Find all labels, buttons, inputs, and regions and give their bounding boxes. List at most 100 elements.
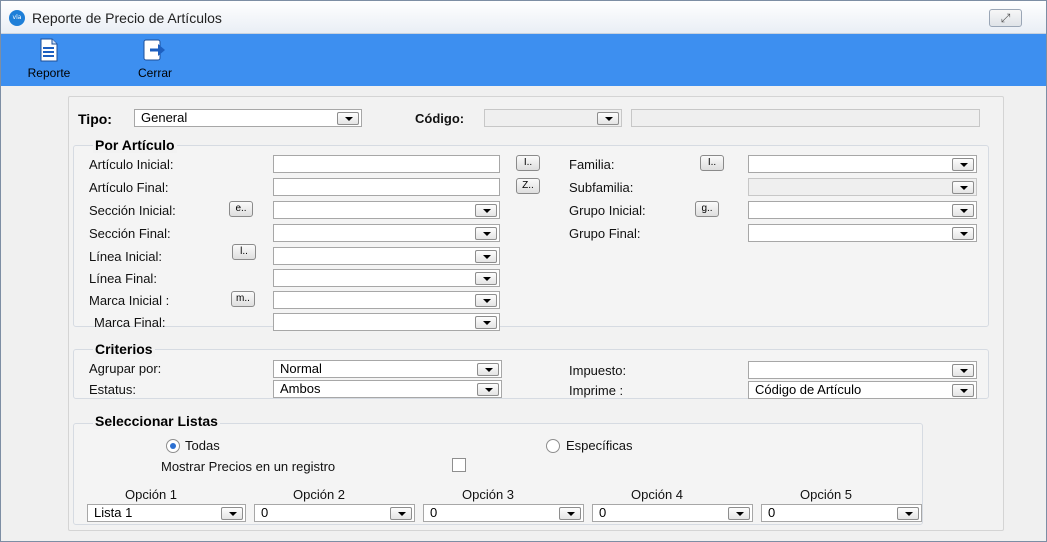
- app-logo-icon: vla: [9, 10, 25, 26]
- opcion-1-value: Lista 1: [94, 505, 133, 520]
- opcion-5-label: Opción 5: [800, 487, 853, 502]
- articulo-inicial-input[interactable]: [273, 155, 500, 173]
- opcion-4-label: Opción 4: [631, 487, 684, 502]
- close-window-button[interactable]: ⤢: [989, 9, 1022, 27]
- marca-inicial-label: Marca Inicial :: [89, 293, 170, 308]
- chevron-down-icon[interactable]: [475, 250, 497, 263]
- chevron-down-icon[interactable]: [477, 383, 499, 396]
- criterios-title: Criterios: [93, 341, 155, 357]
- estatus-value: Ambos: [280, 381, 321, 396]
- report-panel: Tipo: General Código: Por Artículo Artíc…: [68, 96, 1004, 531]
- impuesto-label: Impuesto:: [569, 363, 627, 378]
- chevron-down-icon[interactable]: [728, 507, 750, 520]
- familia-select[interactable]: [748, 155, 977, 173]
- codigo-select[interactable]: [484, 109, 622, 127]
- report-window: vla Reporte de Precio de Artículos ⤢ Rep…: [0, 0, 1047, 542]
- familia-search-button[interactable]: I..: [700, 155, 724, 171]
- grupo-inicial-search-button[interactable]: g..: [695, 201, 719, 217]
- imprime-label: Imprime :: [569, 383, 624, 398]
- agrupar-value: Normal: [280, 361, 322, 376]
- opcion-3-label: Opción 3: [462, 487, 515, 502]
- mostrar-precios-label: Mostrar Precios en un registro: [161, 459, 336, 474]
- linea-inicial-select[interactable]: [273, 247, 500, 265]
- linea-inicial-label: Línea Inicial:: [89, 249, 162, 264]
- chevron-down-icon[interactable]: [475, 204, 497, 217]
- seccion-final-label: Sección Final:: [89, 226, 171, 241]
- opcion-3-select[interactable]: 0: [423, 504, 584, 522]
- opcion-2-select[interactable]: 0: [254, 504, 415, 522]
- reporte-button[interactable]: Reporte: [21, 34, 77, 86]
- subfamilia-select[interactable]: [748, 178, 977, 196]
- grupo-final-label: Grupo Final:: [569, 226, 641, 241]
- chevron-down-icon[interactable]: [897, 507, 919, 520]
- exit-icon: [143, 39, 165, 61]
- title-bar: vla Reporte de Precio de Artículos ⤢: [1, 1, 1046, 34]
- window-title: Reporte de Precio de Artículos: [32, 10, 222, 26]
- grupo-inicial-label: Grupo Inicial:: [569, 203, 646, 218]
- chevron-down-icon[interactable]: [952, 384, 974, 397]
- impuesto-select[interactable]: [748, 361, 977, 379]
- familia-label: Familia:: [569, 157, 615, 172]
- tipo-label: Tipo:: [78, 111, 112, 127]
- articulo-inicial-search-button[interactable]: I..: [516, 155, 540, 171]
- seccion-inicial-select[interactable]: [273, 201, 500, 219]
- marca-final-label: Marca Final:: [94, 315, 166, 330]
- chevron-down-icon[interactable]: [952, 204, 974, 217]
- por-articulo-title: Por Artículo: [93, 137, 177, 153]
- opcion-1-label: Opción 1: [125, 487, 178, 502]
- tipo-select[interactable]: General: [134, 109, 362, 127]
- marca-final-select[interactable]: [273, 313, 500, 331]
- todas-radio[interactable]: [166, 439, 180, 453]
- subfamilia-label: Subfamilia:: [569, 180, 634, 195]
- cerrar-button[interactable]: Cerrar: [129, 34, 181, 86]
- marca-inicial-search-button[interactable]: m..: [231, 291, 255, 307]
- chevron-down-icon[interactable]: [390, 507, 412, 520]
- chevron-down-icon[interactable]: [952, 181, 974, 194]
- seccion-inicial-search-button[interactable]: e..: [229, 201, 253, 217]
- opcion-2-label: Opción 2: [293, 487, 346, 502]
- chevron-down-icon[interactable]: [559, 507, 581, 520]
- marca-inicial-select[interactable]: [273, 291, 500, 309]
- grupo-inicial-select[interactable]: [748, 201, 977, 219]
- tipo-value: General: [141, 110, 188, 125]
- chevron-down-icon[interactable]: [475, 316, 497, 329]
- chevron-down-icon[interactable]: [221, 507, 243, 520]
- opcion-5-select[interactable]: 0: [761, 504, 922, 522]
- mostrar-precios-checkbox[interactable]: [452, 458, 466, 472]
- linea-final-select[interactable]: [273, 269, 500, 287]
- chevron-down-icon[interactable]: [952, 364, 974, 377]
- estatus-select[interactable]: Ambos: [273, 380, 502, 398]
- linea-final-label: Línea Final:: [89, 271, 157, 286]
- seleccionar-listas-title: Seleccionar Listas: [93, 413, 220, 429]
- chevron-down-icon[interactable]: [597, 112, 619, 125]
- agrupar-select[interactable]: Normal: [273, 360, 502, 378]
- cerrar-label: Cerrar: [137, 66, 172, 80]
- report-document-icon: [40, 38, 58, 62]
- grupo-final-select[interactable]: [748, 224, 977, 242]
- todas-label: Todas: [185, 438, 220, 453]
- chevron-down-icon[interactable]: [952, 158, 974, 171]
- articulo-final-label: Artículo Final:: [89, 180, 169, 195]
- chevron-down-icon[interactable]: [337, 112, 359, 125]
- chevron-down-icon[interactable]: [475, 294, 497, 307]
- toolbar: Reporte Cerrar: [1, 34, 1046, 86]
- chevron-down-icon[interactable]: [477, 363, 499, 376]
- opcion-4-value: 0: [599, 505, 607, 520]
- opcion-3-value: 0: [430, 505, 438, 520]
- chevron-down-icon[interactable]: [952, 227, 974, 240]
- articulo-final-search-button[interactable]: Z..: [516, 178, 540, 194]
- estatus-label: Estatus:: [89, 382, 136, 397]
- opcion-1-select[interactable]: Lista 1: [87, 504, 246, 522]
- codigo-description-field: [631, 109, 980, 127]
- imprime-select[interactable]: Código de Artículo: [748, 381, 977, 399]
- especificas-radio[interactable]: [546, 439, 560, 453]
- articulo-final-input[interactable]: [273, 178, 500, 196]
- articulo-inicial-label: Artículo Inicial:: [89, 157, 174, 172]
- opcion-4-select[interactable]: 0: [592, 504, 753, 522]
- chevron-down-icon[interactable]: [475, 272, 497, 285]
- linea-inicial-search-button[interactable]: l..: [232, 244, 256, 260]
- seccion-final-select[interactable]: [273, 224, 500, 242]
- chevron-down-icon[interactable]: [475, 227, 497, 240]
- opcion-2-value: 0: [261, 505, 269, 520]
- imprime-value: Código de Artículo: [755, 382, 862, 397]
